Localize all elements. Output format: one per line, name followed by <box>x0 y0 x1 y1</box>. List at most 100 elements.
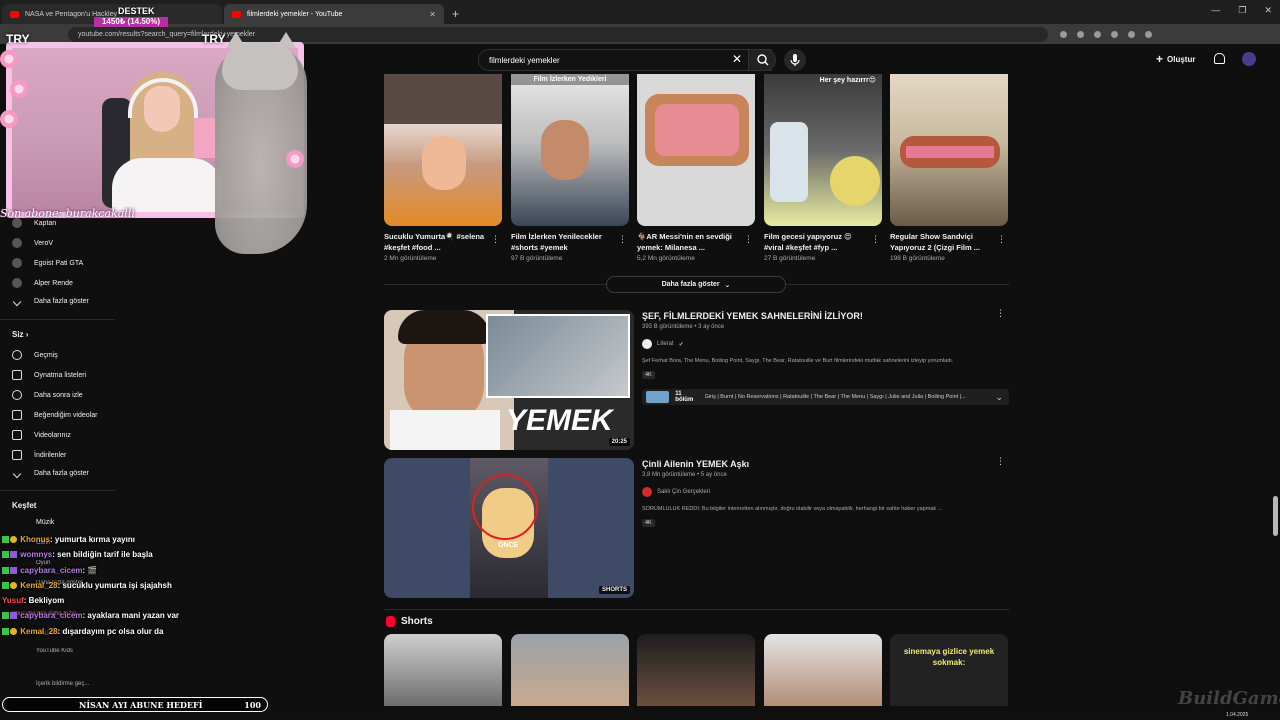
extension-icon[interactable] <box>1094 30 1101 38</box>
close-tab-icon[interactable]: ✕ <box>429 10 436 19</box>
extension-icon[interactable] <box>1060 30 1067 38</box>
sidebar-sub-item[interactable]: Egoist Pati GTA <box>12 258 83 268</box>
short-thumbnail[interactable]: Her şey hazırrr😍 <box>764 74 882 226</box>
sidebar-item-your-videos[interactable]: Videolarınız <box>12 430 71 440</box>
search-input[interactable]: filmlerdeki yemekler <box>478 49 772 71</box>
sidebar-item-liked[interactable]: Beğendiğim videolar <box>12 410 97 420</box>
sidebar-item-label: Daha sonra izle <box>34 391 83 399</box>
thumbnail-face <box>541 120 589 180</box>
sidebar-item-playlists[interactable]: Oynatma listeleri <box>12 370 86 380</box>
sidebar-you-header[interactable]: Siz › <box>12 330 28 339</box>
sidebar-item-report[interactable]: İçerik bildirme geç... <box>36 681 89 687</box>
short-title[interactable]: Film gecesi yapıyoruz 😍 #viral #keşfet #… <box>764 231 868 253</box>
short-card[interactable]: Film İzlerken Yedikleri Film İzlerken Ye… <box>511 74 629 262</box>
badge-icon <box>2 551 9 559</box>
short-thumbnail[interactable] <box>764 634 882 706</box>
divider <box>0 490 115 491</box>
more-options-icon[interactable]: ⋮ <box>996 308 1005 319</box>
sidebar-item-music[interactable]: Müzik <box>36 519 54 526</box>
short-thumbnail[interactable] <box>890 74 1008 226</box>
short-title[interactable]: Film İzlerken Yenilecekler #shorts #yeme… <box>511 231 615 253</box>
sidebar-sub-item[interactable]: Alper Rende <box>12 278 73 288</box>
sidebar-item-history[interactable]: Geçmiş <box>12 350 58 360</box>
video-thumbnail[interactable]: YEMEK 20:25 <box>384 310 634 450</box>
short-card[interactable]: 🐐AR Messi'nin en sevdiği yemek: Milanesa… <box>637 74 755 262</box>
extension-icon[interactable] <box>1128 30 1135 38</box>
channel-link[interactable]: Literat ✔ <box>642 339 684 349</box>
channel-name: Saklı Çin Gerçekleri <box>657 489 711 495</box>
sidebar-item-label: Egoist Pati GTA <box>34 259 84 267</box>
browser-tab-active[interactable]: filmlerdeki yemekler - YouTube ✕ <box>224 4 444 24</box>
badge-icon <box>2 612 9 620</box>
more-options-icon[interactable]: ⋮ <box>997 234 1006 245</box>
sidebar-item-label: Geçmiş <box>34 351 58 359</box>
notifications-bell-icon[interactable] <box>1214 53 1225 64</box>
video-description: Şef Ferhat Bora, The Menu, Boiling Point… <box>642 358 954 364</box>
short-thumbnail[interactable] <box>637 634 755 706</box>
more-options-icon[interactable]: ⋮ <box>871 234 880 245</box>
chat-message: capybara_cicem: 🎬 <box>2 563 212 578</box>
new-tab-button[interactable]: + <box>444 7 467 24</box>
goal-label: NİSAN AYI ABUNE HEDEFİ <box>79 699 203 710</box>
thumbnail-text: ÖNCE <box>498 542 519 549</box>
minimize-icon[interactable]: — <box>1211 5 1220 16</box>
clear-search-icon[interactable]: ✕ <box>732 52 742 66</box>
maximize-icon[interactable]: ❐ <box>1238 5 1246 16</box>
youtube-favicon-icon <box>10 10 19 18</box>
chat-message: capybara_cicem: ayaklara mani yazan var <box>2 608 212 623</box>
short-thumbnail[interactable] <box>384 634 502 706</box>
extension-icon[interactable] <box>1077 30 1084 38</box>
microphone-icon <box>790 54 800 66</box>
chevron-down-icon[interactable]: ⌄ <box>995 392 1003 403</box>
create-button[interactable]: + Oluştur <box>1156 52 1195 66</box>
chapters-bar[interactable]: 11 bölüm Giriş | Burnt | No Reservations… <box>642 389 1009 405</box>
short-title[interactable]: Regular Show Sandviçi Yapıyoruz 2 (Çizgi… <box>890 231 994 253</box>
sidebar-item-label: Alper Rende <box>34 279 73 287</box>
sidebar-item-label: Oynatma listeleri <box>34 371 87 379</box>
extension-icons <box>1060 30 1152 38</box>
more-options-icon[interactable]: ⋮ <box>618 234 627 245</box>
badge-icon <box>10 536 17 543</box>
short-card[interactable]: Her şey hazırrr😍 Film gecesi yapıyoruz 😍… <box>764 74 882 262</box>
scrollbar-thumb[interactable] <box>1273 496 1278 536</box>
channel-avatar <box>642 487 652 497</box>
sidebar-item-downloads[interactable]: İndirilenler <box>12 450 66 460</box>
more-options-icon[interactable]: ⋮ <box>996 456 1005 467</box>
short-thumbnail[interactable]: Film İzlerken Yedikleri <box>511 74 629 226</box>
extension-icon[interactable] <box>1111 30 1118 38</box>
show-more-label: Daha fazla göster <box>661 281 720 288</box>
short-thumbnail[interactable] <box>384 74 502 226</box>
channel-link[interactable]: Saklı Çin Gerçekleri <box>642 487 710 497</box>
extension-icon[interactable] <box>1145 30 1152 38</box>
sidebar-item-watch-later[interactable]: Daha sonra izle <box>12 390 83 400</box>
video-thumbnail[interactable]: ÖNCE SHORTS <box>384 458 634 598</box>
sidebar-item-label: VeroV <box>34 239 54 247</box>
sidebar-sub-item[interactable]: VeroV <box>12 238 53 248</box>
video-title[interactable]: Çinli Ailenin YEMEK Aşkı <box>642 459 749 469</box>
close-window-icon[interactable]: ✕ <box>1264 5 1272 16</box>
sidebar-show-more[interactable]: Daha fazla göster <box>12 297 89 306</box>
search-button[interactable] <box>748 49 776 71</box>
sidebar-show-more[interactable]: Daha fazla göster <box>12 469 89 478</box>
account-avatar[interactable] <box>1242 52 1256 66</box>
short-title[interactable]: 🐐AR Messi'nin en sevdiği yemek: Milanesa… <box>637 231 741 253</box>
badge-icon <box>2 627 9 635</box>
video-title[interactable]: ŞEF, FİLMLERDEKİ YEMEK SAHNELERİNİ İZLİY… <box>642 311 863 321</box>
chat-message: Kemal_28: sucuklu yumurta işi sjajahsh <box>2 578 212 593</box>
short-card[interactable]: Sucuklu Yumurta🍳 #selena #keşfet #food .… <box>384 74 502 262</box>
short-thumbnail[interactable] <box>511 634 629 706</box>
short-title[interactable]: Sucuklu Yumurta🍳 #selena #keşfet #food .… <box>384 231 488 253</box>
show-more-button[interactable]: Daha fazla göster ⌄ <box>606 276 786 293</box>
voice-search-button[interactable] <box>784 49 806 71</box>
chat-user: Yusuf <box>2 596 24 606</box>
more-options-icon[interactable]: ⋮ <box>491 234 500 245</box>
sidebar-item-kids[interactable]: YouTube Kids <box>36 648 73 654</box>
chevron-down-icon <box>12 297 22 306</box>
more-options-icon[interactable]: ⋮ <box>744 234 753 245</box>
thumbnail-jacket <box>390 410 500 450</box>
chapters-list: Giriş | Burnt | No Reservations | Ratato… <box>704 394 966 400</box>
short-card[interactable]: Regular Show Sandviçi Yapıyoruz 2 (Çizgi… <box>890 74 1008 262</box>
short-thumbnail[interactable] <box>637 74 755 226</box>
short-thumbnail[interactable]: sinemaya gizlice yemek sokmak: <box>890 634 1008 706</box>
chat-text: : 🎬 <box>82 565 98 575</box>
